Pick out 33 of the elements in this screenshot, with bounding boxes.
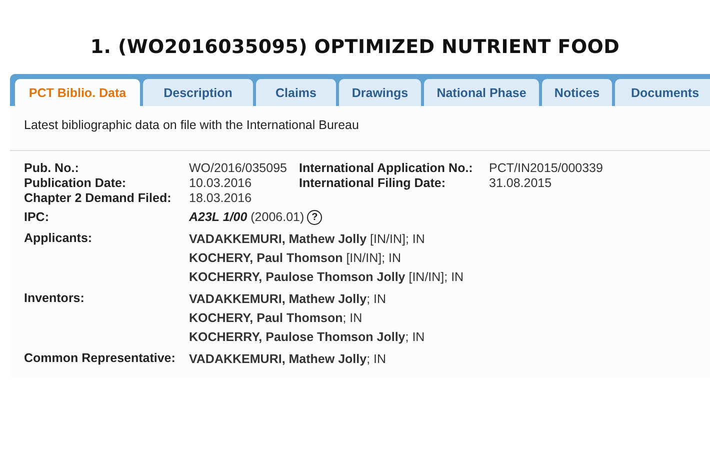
field-label: IPC: [24, 209, 50, 226]
tab[interactable]: Notices [542, 79, 612, 106]
field-value: WO/2016/035095 [189, 161, 288, 176]
ipc-version: (2006.01) [250, 210, 304, 224]
field-value: 18.03.2016 [189, 191, 253, 206]
field-label: Common Representative: [24, 350, 176, 367]
field-value: 10.03.2016 [189, 176, 253, 191]
party-name: KOCHERY, Paul Thomson; IN [189, 310, 364, 327]
intro-text: Latest bibliographic data on file with the International Bureau [24, 118, 360, 132]
tab[interactable]: Description [143, 79, 253, 106]
tab[interactable]: National Phase [424, 79, 539, 106]
party-name: VADAKKEMURI, Mathew Jolly; IN [189, 351, 388, 368]
help-icon[interactable]: ? [307, 210, 322, 226]
tab[interactable]: Claims [256, 79, 336, 106]
field-label: Chapter 2 Demand Filed: [24, 191, 172, 206]
field-label: International Application No.: [299, 161, 474, 176]
tab[interactable]: Drawings [339, 79, 421, 106]
field-label: Pub. No.: [24, 161, 80, 176]
party-name: KOCHERRY, Paulose Thomson Jolly [IN/IN]; IN [189, 269, 465, 286]
tab[interactable]: PCT Biblio. Data [15, 79, 140, 106]
field-label: International Filing Date: [299, 176, 447, 191]
field-label: Applicants: [24, 230, 94, 247]
field-value: 31.08.2015 [489, 176, 553, 191]
party-name: VADAKKEMURI, Mathew Jolly; IN [189, 291, 388, 308]
tab[interactable]: Documents [615, 79, 710, 106]
party-name: KOCHERY, Paul Thomson [IN/IN]; IN [189, 250, 402, 267]
field-label: Publication Date: [24, 176, 128, 191]
field-value: PCT/IN2015/000339 [489, 161, 604, 176]
field-label: Inventors: [24, 290, 86, 307]
party-name: KOCHERRY, Paulose Thomson Jolly; IN [189, 329, 426, 346]
page-title: 1. (WO2016035095) OPTIMIZED NUTRIENT FOOD [89, 35, 621, 58]
party-name: VADAKKEMURI, Mathew Jolly [IN/IN]; IN [189, 231, 426, 248]
ipc-code[interactable]: A23L 1/00 [189, 210, 248, 224]
